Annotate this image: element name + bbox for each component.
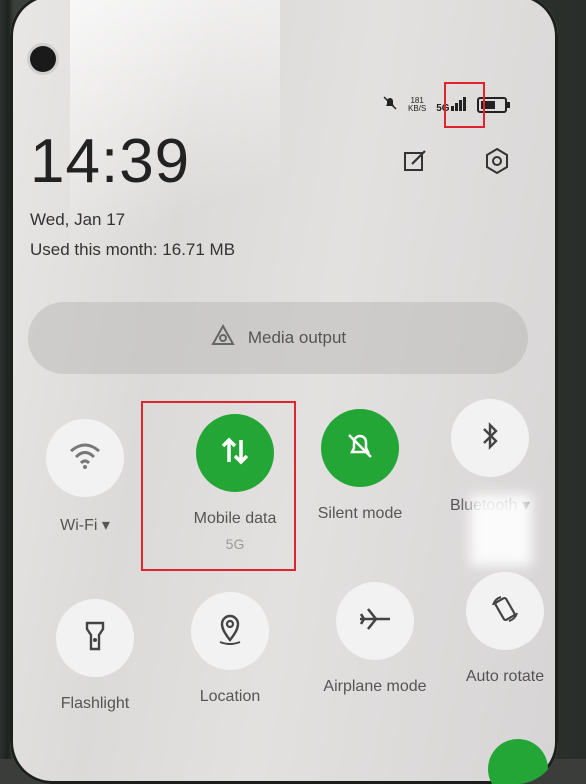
front-camera [30,46,56,72]
tile-label: Silent mode [317,505,403,522]
media-output-button[interactable]: Media output [28,302,528,374]
location-toggle[interactable] [191,592,269,670]
network-speed: 181 KB/S [408,97,426,113]
edit-icon[interactable] [398,144,432,178]
wifi-toggle[interactable] [46,419,124,497]
tile-label: Location [199,688,261,705]
airplane-icon [358,605,392,638]
tile-auto-rotate[interactable]: Auto rotate [450,572,558,686]
reflection-glare [470,494,532,566]
clock-time: 14:39 [30,127,191,196]
tile-wifi[interactable]: Wi-Fi ▾ [40,419,130,535]
bell-off-icon [344,430,376,467]
tile-location[interactable]: Location [175,592,285,706]
tile-flashlight[interactable]: Flashlight [40,599,150,713]
partial-tile-peek [488,739,548,784]
data-usage: Used this month: 16.71 MB [30,240,236,259]
location-icon [216,612,244,651]
speed-unit: KB/S [408,104,427,113]
media-output-icon [210,323,236,354]
tile-airplane-mode[interactable]: Airplane mode [310,582,440,696]
flashlight-icon [82,619,108,658]
mobile-data-highlight-box [141,401,296,571]
bluetooth-toggle[interactable] [451,399,529,477]
auto-rotate-icon [489,593,521,630]
do-not-disturb-icon [382,95,398,116]
wifi-icon [68,441,102,476]
tile-label: Wi-Fi ▾ [60,517,110,534]
tile-silent-mode[interactable]: Silent mode [305,409,415,523]
bluetooth-icon [478,421,502,456]
phone-screen: 181 KB/S 5G 14:39 Wed, Jan 17 Used this … [10,0,558,784]
silent-mode-toggle[interactable] [321,409,399,487]
clock-date: Wed, Jan 17 [30,210,126,229]
settings-icon[interactable] [480,144,514,178]
tile-label: Auto rotate [465,668,545,685]
media-output-label: Media output [247,328,347,347]
tile-label: Flashlight [60,695,130,712]
airplane-mode-toggle[interactable] [336,582,414,660]
flashlight-toggle[interactable] [56,599,134,677]
tile-label: Airplane mode [323,678,427,695]
auto-rotate-toggle[interactable] [466,572,544,650]
network-highlight-box [444,82,485,128]
